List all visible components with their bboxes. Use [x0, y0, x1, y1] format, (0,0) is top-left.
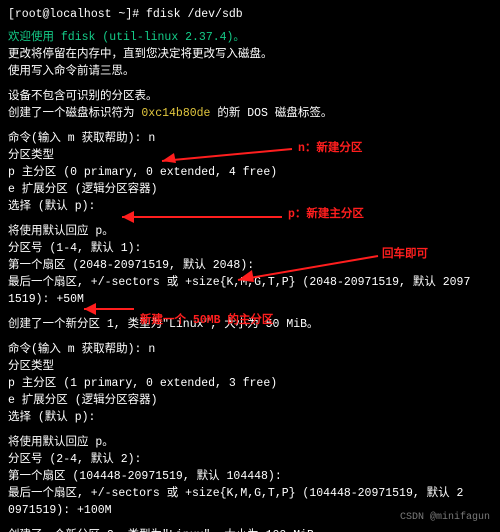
annotation: n：新建分区: [298, 140, 362, 157]
created-line: 创建了一个新分区 2, 类型为"Linux", 大小为 100 MiB。: [8, 527, 492, 532]
default-p: 将使用默认回应 p。: [8, 223, 492, 240]
option-p: p 主分区 (1 primary, 0 extended, 3 free): [8, 375, 492, 392]
user-input[interactable]: +100M: [77, 504, 112, 517]
info-line: 设备不包含可识别的分区表。: [8, 88, 492, 105]
choose-prompt: 选择 (默认 p):: [8, 411, 95, 424]
user-input[interactable]: +50M: [56, 293, 84, 306]
shell-prompt: [root@localhost ~]#: [8, 8, 146, 21]
arrow-icon: [238, 254, 378, 284]
arrow-icon: [162, 149, 292, 169]
info-line: 使用写入命令前请三思。: [8, 63, 492, 80]
partition-num: 分区号 (2-4, 默认 2):: [8, 451, 492, 468]
command: fdisk /dev/sdb: [146, 8, 243, 21]
option-e: e 扩展分区 (逻辑分区容器): [8, 392, 492, 409]
welcome-line: 欢迎使用 fdisk (util-linux 2.37.4)。: [8, 29, 492, 46]
annotation: p：新建主分区: [288, 206, 364, 223]
disk-id: 0xc14b80de: [141, 107, 210, 120]
label: 分区类型: [8, 358, 492, 375]
fdisk-prompt: 命令(输入 m 获取帮助):: [8, 343, 148, 356]
choose-prompt: 选择 (默认 p):: [8, 200, 95, 213]
arrow-icon: [84, 302, 134, 316]
first-sector: 第一个扇区 (104448-20971519, 默认 104448):: [8, 468, 492, 485]
option-e: e 扩展分区 (逻辑分区容器): [8, 181, 492, 198]
annotation: 新建一个 50MB 的主分区: [140, 312, 273, 329]
arrow-icon: [122, 210, 282, 224]
user-input[interactable]: n: [148, 132, 155, 145]
last-sector: 最后一个扇区, +/-sectors 或 +size{K,M,G,T,P} (1…: [8, 487, 463, 500]
default-p: 将使用默认回应 p。: [8, 434, 492, 451]
info-line: 更改将停留在内存中，直到您决定将更改写入磁盘。: [8, 46, 492, 63]
fdisk-prompt: 命令(输入 m 获取帮助):: [8, 132, 148, 145]
annotation: 回车即可: [382, 246, 428, 263]
info-line: 创建了一个磁盘标识符为: [8, 107, 141, 120]
user-input[interactable]: n: [148, 343, 155, 356]
watermark: CSDN @minifagun: [400, 509, 490, 526]
